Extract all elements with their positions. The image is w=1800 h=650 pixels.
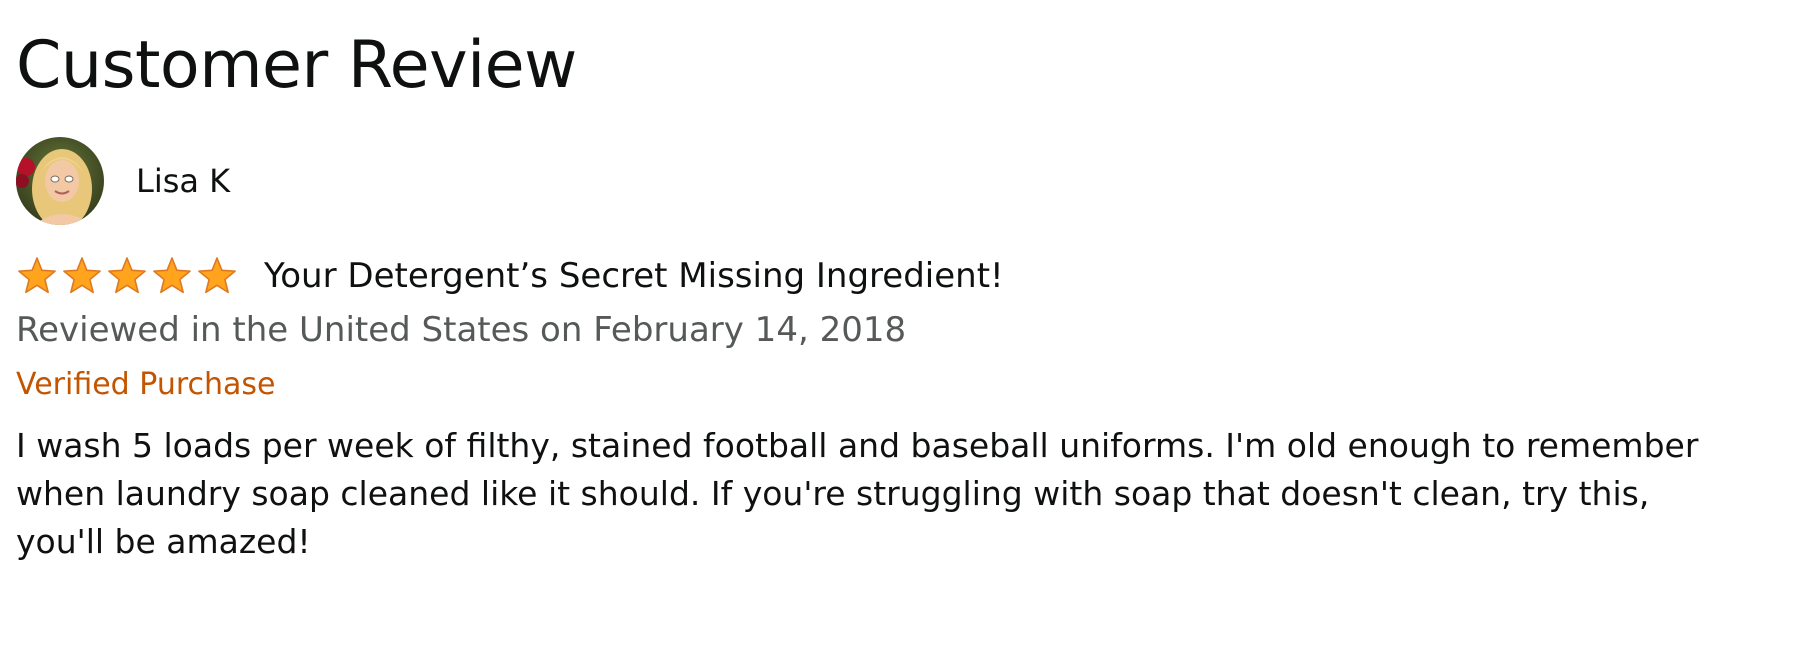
reviewer-name[interactable]: Lisa K [136,162,230,200]
reviewer-avatar[interactable] [16,137,104,225]
star-icon [16,255,58,297]
avatar-photo-icon [16,137,104,225]
review-body-line: you'll be amazed! [16,522,311,561]
verified-purchase-badge: Verified Purchase [16,367,276,402]
reviewer-profile[interactable]: Lisa K [16,137,230,225]
review-body-line: when laundry soap cleaned like it should… [16,474,1650,513]
rating-row: Your Detergent’s Secret Missing Ingredie… [16,250,1004,302]
review-body: I wash 5 loads per week of filthy, stain… [16,422,1791,566]
review-date: Reviewed in the United States on Februar… [16,310,907,350]
review-title[interactable]: Your Detergent’s Secret Missing Ingredie… [264,256,1004,296]
star-icon [61,255,103,297]
star-icon [151,255,193,297]
review-body-line: I wash 5 loads per week of filthy, stain… [16,426,1699,465]
star-rating[interactable] [16,255,241,297]
star-icon [196,255,238,297]
star-icon [106,255,148,297]
page-title: Customer Review [16,28,577,103]
